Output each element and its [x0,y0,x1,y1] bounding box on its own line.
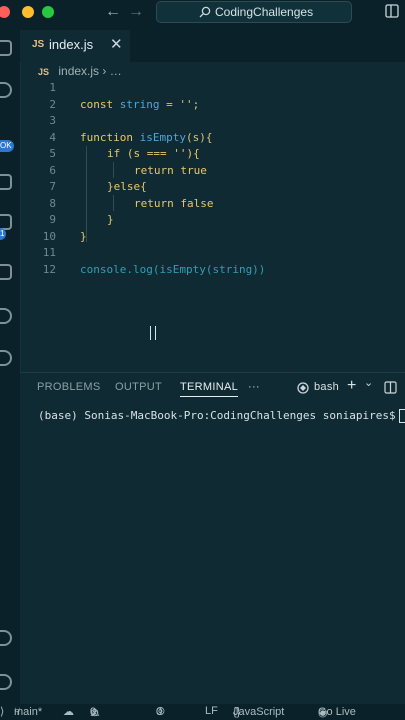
tab-terminal[interactable]: TERMINAL [180,381,239,397]
code-line: } [80,229,87,243]
gear-icon[interactable] [0,674,12,690]
ports-count: 0 [156,706,163,718]
line-number: 10 [42,229,56,243]
line-number: 2 [49,97,56,111]
code-editor[interactable]: 1 2 const string = ''; 3 4 function isEm… [20,80,405,368]
command-center[interactable]: CodingChallenges [156,1,352,23]
status-badge: OK [0,140,14,152]
code-line: return true [134,163,207,177]
go-live-label: Go Live [318,706,356,718]
terminal-profile-icon [297,382,309,394]
terminal-shell-label[interactable]: bash [314,381,339,393]
terminal-output[interactable]: (base) Sonias-MacBook-Pro:CodingChalleng… [38,409,405,423]
run-debug-icon[interactable] [0,174,12,190]
status-bar: ⟩ ⑂ main* ☁ ⊗ 0 ⚠ 0 ⦾ 0 LF {} JavaScript … [0,704,405,720]
explorer-icon[interactable] [0,40,12,56]
eol-status[interactable]: LF [205,705,218,717]
code-line: } [107,213,114,226]
line-number: 8 [49,196,56,210]
language-label: JavaScript [233,706,285,718]
text-cursor-icon [150,326,156,340]
minimize-window-button[interactable] [22,6,34,18]
branch-label: main* [14,706,43,718]
github-icon[interactable] [0,308,12,324]
line-number: 11 [42,246,56,259]
bottom-panel: PROBLEMS OUTPUT TERMINAL ··· bash + ⌄ (b… [20,372,405,705]
line-number: 1 [49,81,56,94]
remote-indicator[interactable]: ⟩ [0,705,4,718]
breadcrumb-file[interactable]: index.js [58,64,99,78]
tab-index-js[interactable]: JS index.js ✕ [20,30,130,62]
code-line: if (s === ''){ [107,147,200,160]
chevron-down-icon[interactable]: ⌄ [364,376,374,389]
terminal-prompt: (base) Sonias-MacBook-Pro:CodingChalleng… [38,409,396,422]
zoom-window-button[interactable] [42,6,54,18]
code-line: console.log(isEmpty(string)) [80,262,266,276]
tab-label: index.js [49,37,94,52]
arrow-left-icon[interactable]: ← [105,2,121,22]
search-icon [199,6,211,18]
code-line: function isEmpty(s){ [80,130,213,144]
line-number: 12 [42,262,56,276]
more-icon[interactable]: ··· [248,381,260,393]
breadcrumb: JS index.js › … [38,64,122,78]
new-terminal-button[interactable]: + [347,377,357,395]
toggle-sidebar-icon[interactable] [385,4,399,18]
editor-tab-bar: JS index.js ✕ [20,24,405,62]
command-center-label: CodingChallenges [215,5,314,19]
activity-bar: OK 1 [0,24,21,704]
javascript-file-icon: JS [32,39,45,50]
code-line: return false [134,196,214,210]
account-icon[interactable] [0,630,12,646]
warning-count: 0 [90,706,97,718]
remote-icon[interactable] [0,264,12,280]
split-terminal-icon[interactable] [384,381,397,394]
javascript-file-icon: JS [38,67,50,77]
line-number: 6 [49,163,56,177]
timeline-icon[interactable] [0,350,12,366]
line-number: 9 [49,213,56,226]
line-number: 7 [49,180,56,193]
tab-output[interactable]: OUTPUT [115,381,162,393]
close-window-button[interactable] [0,6,10,18]
tab-problems[interactable]: PROBLEMS [37,381,101,393]
search-icon[interactable] [0,82,12,98]
code-line: const string = ''; [80,97,200,111]
line-number: 4 [49,130,56,144]
terminal-cursor [398,409,405,423]
arrow-right-icon[interactable]: → [128,2,144,22]
title-bar: ← → CodingChallenges [0,0,405,24]
breadcrumb-separator: › [102,64,107,78]
code-line: }else{ [107,180,147,193]
sync-icon[interactable]: ☁ [63,705,74,718]
line-number: 3 [49,114,56,127]
line-number: 5 [49,147,56,160]
close-icon[interactable]: ✕ [110,35,123,53]
breadcrumb-more[interactable]: … [110,64,122,78]
